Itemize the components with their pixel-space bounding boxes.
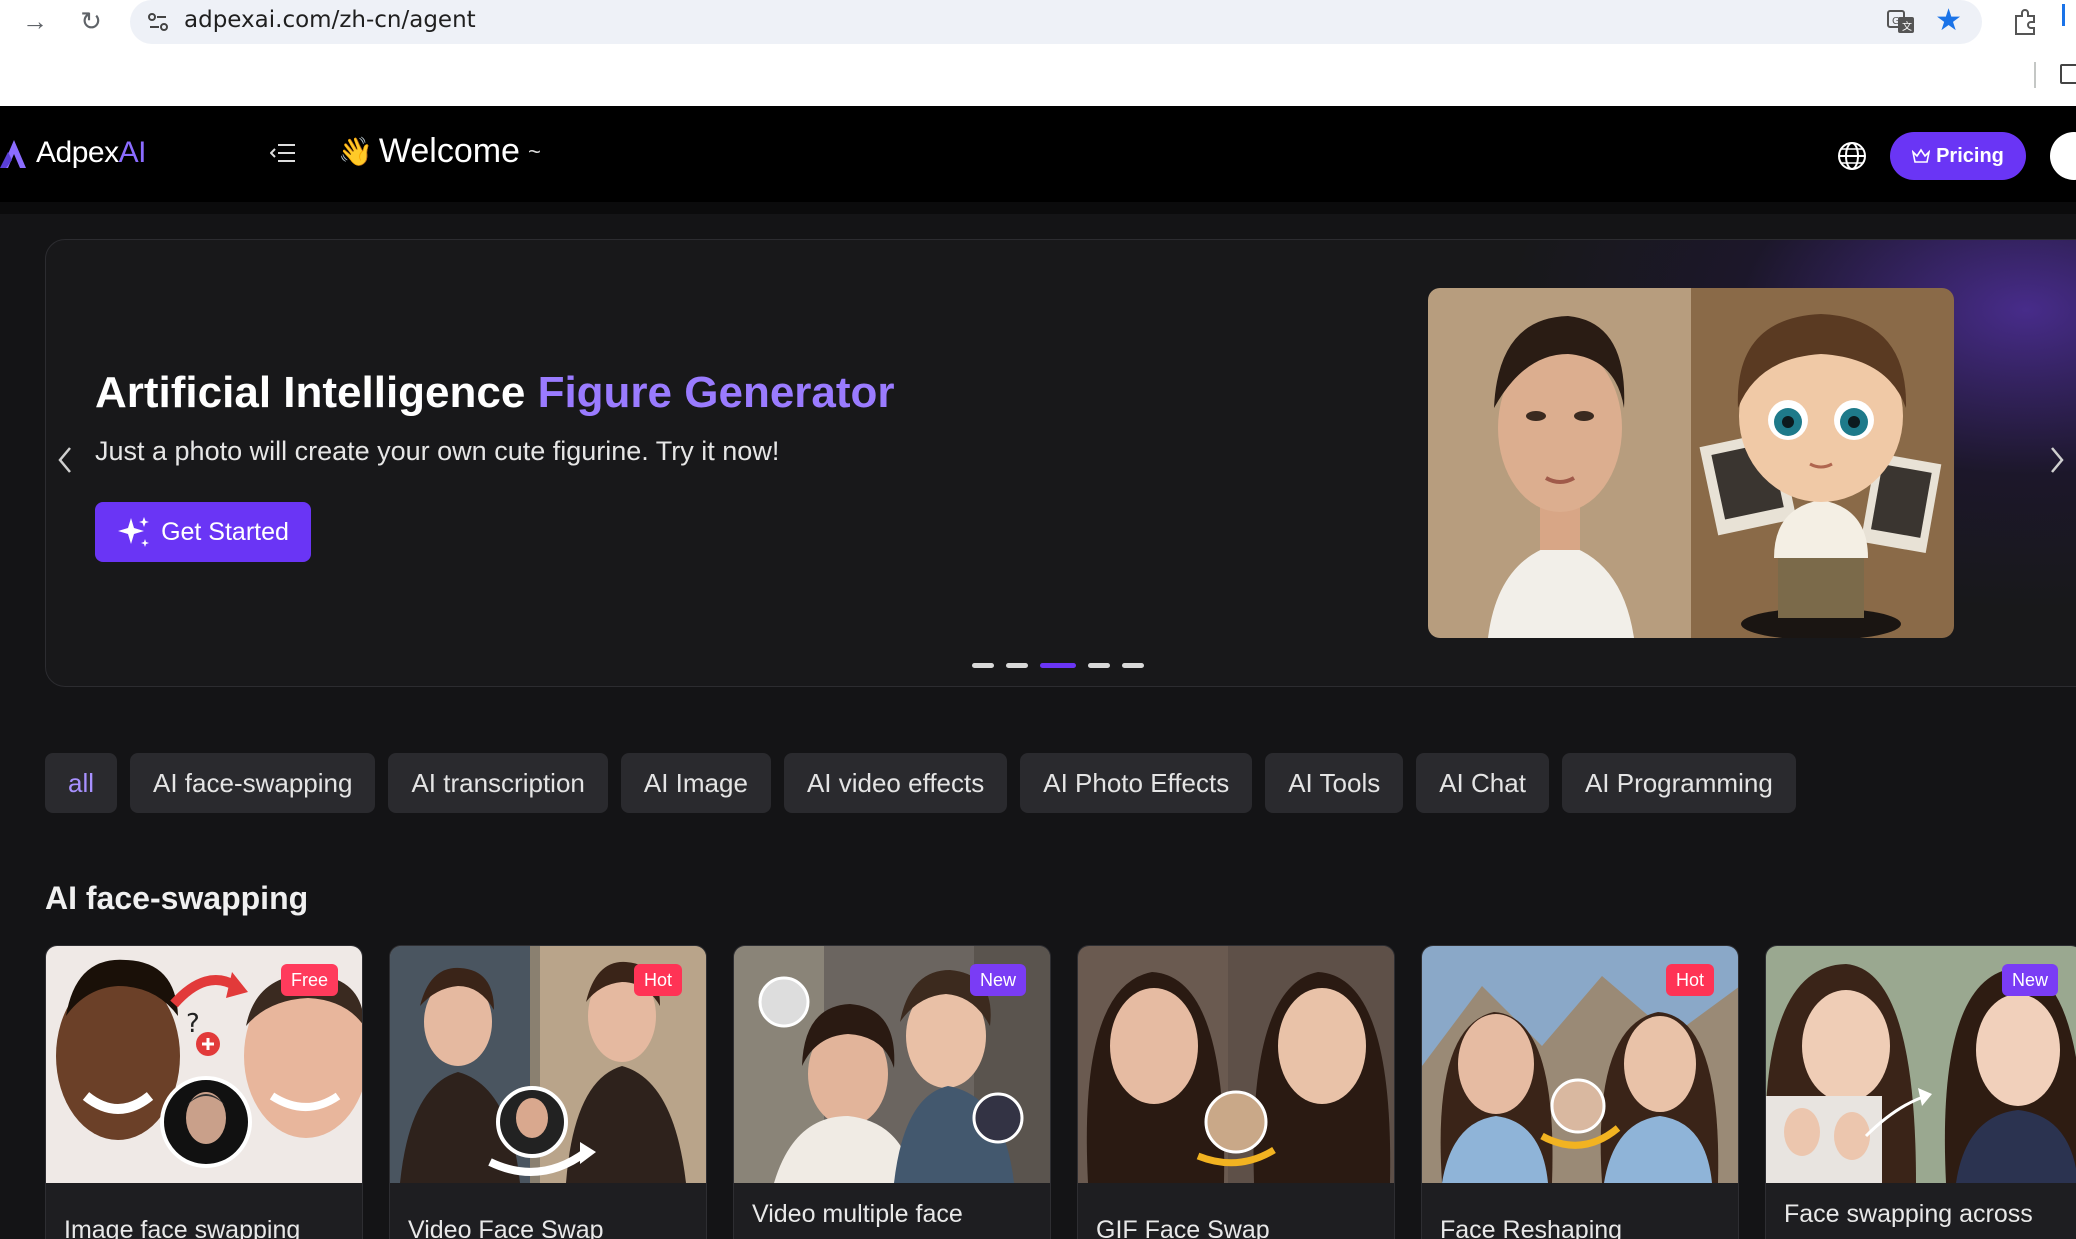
site-settings-icon[interactable]	[144, 8, 172, 36]
forward-icon[interactable]: →	[18, 4, 52, 38]
category-tabs: all AI face-swapping AI transcription AI…	[45, 753, 1796, 813]
tool-card-gif-face-swap[interactable]: GIF Face Swap	[1077, 945, 1395, 1239]
carousel-prev-icon[interactable]	[54, 444, 76, 476]
language-globe-icon[interactable]	[1836, 140, 1868, 172]
extensions-icon[interactable]	[2008, 4, 2042, 38]
category-tab-video-effects[interactable]: AI video effects	[783, 753, 1008, 813]
hero-banner: Artificial Intelligence Figure Generator…	[45, 239, 2076, 687]
category-tab-tools[interactable]: AI Tools	[1265, 753, 1404, 813]
section-title: AI face-swapping	[45, 880, 309, 916]
badge-hot: Hot	[633, 964, 682, 996]
category-tab-image[interactable]: AI Image	[620, 753, 771, 813]
category-tab-face-swapping[interactable]: AI face-swapping	[130, 753, 376, 813]
carousel-dot[interactable]	[1122, 663, 1144, 668]
carousel-dot[interactable]	[1006, 663, 1028, 668]
logo-text: AdpexAI	[36, 136, 146, 169]
app-header: AdpexAI 👋 Welcome ~ Pricing	[0, 106, 2076, 202]
category-tab-chat[interactable]: AI Chat	[1416, 753, 1549, 813]
svg-text:文: 文	[1902, 20, 1912, 33]
carousel-indicator	[972, 663, 1144, 668]
logo-mark-icon	[0, 140, 26, 168]
svg-text:G: G	[1892, 16, 1900, 27]
tool-card-image-face-swap[interactable]: ? Free Image face swapping	[45, 945, 363, 1239]
translate-icon[interactable]: G 文	[1886, 7, 1916, 37]
carousel-next-icon[interactable]	[2046, 444, 2068, 476]
bookmarks-folder-icon[interactable]	[2060, 64, 2076, 84]
svg-text:?: ?	[186, 1009, 200, 1039]
category-tab-programming[interactable]: AI Programming	[1561, 753, 1796, 813]
waving-hand-icon: 👋	[338, 136, 373, 167]
tool-card-video-multiple-face[interactable]: New Video multiple face	[733, 945, 1051, 1239]
hero-figurine-image	[1428, 288, 1954, 638]
tool-card-video-face-swap[interactable]: Hot Video Face Swap	[389, 945, 707, 1239]
tool-card-list: ? Free Image face swapping Hot Video Fac…	[45, 945, 2076, 1239]
hero-subtitle: Just a photo will create your own cute f…	[95, 436, 780, 466]
tool-card-face-reshaping[interactable]: Hot Face Reshaping	[1421, 945, 1739, 1239]
carousel-dot[interactable]	[972, 663, 994, 668]
welcome-suffix: ~	[527, 138, 541, 164]
hero-title: Artificial Intelligence Figure Generator	[95, 368, 895, 417]
card-title: Face swapping across	[1784, 1200, 2033, 1228]
user-avatar[interactable]	[2050, 132, 2076, 180]
tool-card-face-swap-across[interactable]: New Face swapping across	[1765, 945, 2076, 1239]
pricing-button[interactable]: Pricing	[1890, 132, 2026, 180]
welcome-menu[interactable]: 👋 Welcome ~	[338, 132, 541, 171]
carousel-dot[interactable]	[1088, 663, 1110, 668]
get-started-label: Get Started	[161, 517, 289, 546]
crown-icon	[1912, 148, 1931, 163]
card-title: GIF Face Swap	[1096, 1216, 1270, 1239]
bookmark-star-icon[interactable]: ★	[1935, 3, 1962, 38]
category-tab-all[interactable]: all	[45, 753, 118, 813]
get-started-button[interactable]: Get Started	[95, 502, 311, 562]
url-text[interactable]: adpexai.com/zh-cn/agent	[184, 7, 476, 33]
menu-toggle-icon[interactable]	[270, 142, 296, 164]
address-bar[interactable]: adpexai.com/zh-cn/agent G 文 ★	[130, 0, 1982, 44]
pricing-label: Pricing	[1936, 144, 2004, 167]
card-title: Face Reshaping	[1440, 1216, 1623, 1239]
browser-chrome: → ↻ adpexai.com/zh-cn/agent G 文 ★	[0, 0, 2076, 106]
badge-new: New	[969, 964, 1026, 996]
category-tab-transcription[interactable]: AI transcription	[388, 753, 608, 813]
toolbar-separator	[2034, 62, 2036, 88]
card-title: Video multiple face	[752, 1200, 963, 1228]
badge-hot: Hot	[1665, 964, 1714, 996]
category-tab-photo-effects[interactable]: AI Photo Effects	[1020, 753, 1253, 813]
card-title: Image face swapping	[64, 1216, 301, 1239]
profile-edge	[2062, 4, 2065, 26]
badge-new: New	[2001, 964, 2058, 996]
header-divider	[0, 202, 2076, 214]
badge-free: Free	[280, 964, 338, 996]
card-title: Video Face Swap	[408, 1216, 604, 1239]
logo[interactable]: AdpexAI	[0, 136, 146, 170]
welcome-label: Welcome	[378, 132, 520, 170]
card-thumbnail	[1078, 946, 1394, 1183]
sparkle-icon	[118, 517, 150, 547]
carousel-dot-active[interactable]	[1040, 663, 1076, 668]
reload-icon[interactable]: ↻	[74, 4, 108, 38]
